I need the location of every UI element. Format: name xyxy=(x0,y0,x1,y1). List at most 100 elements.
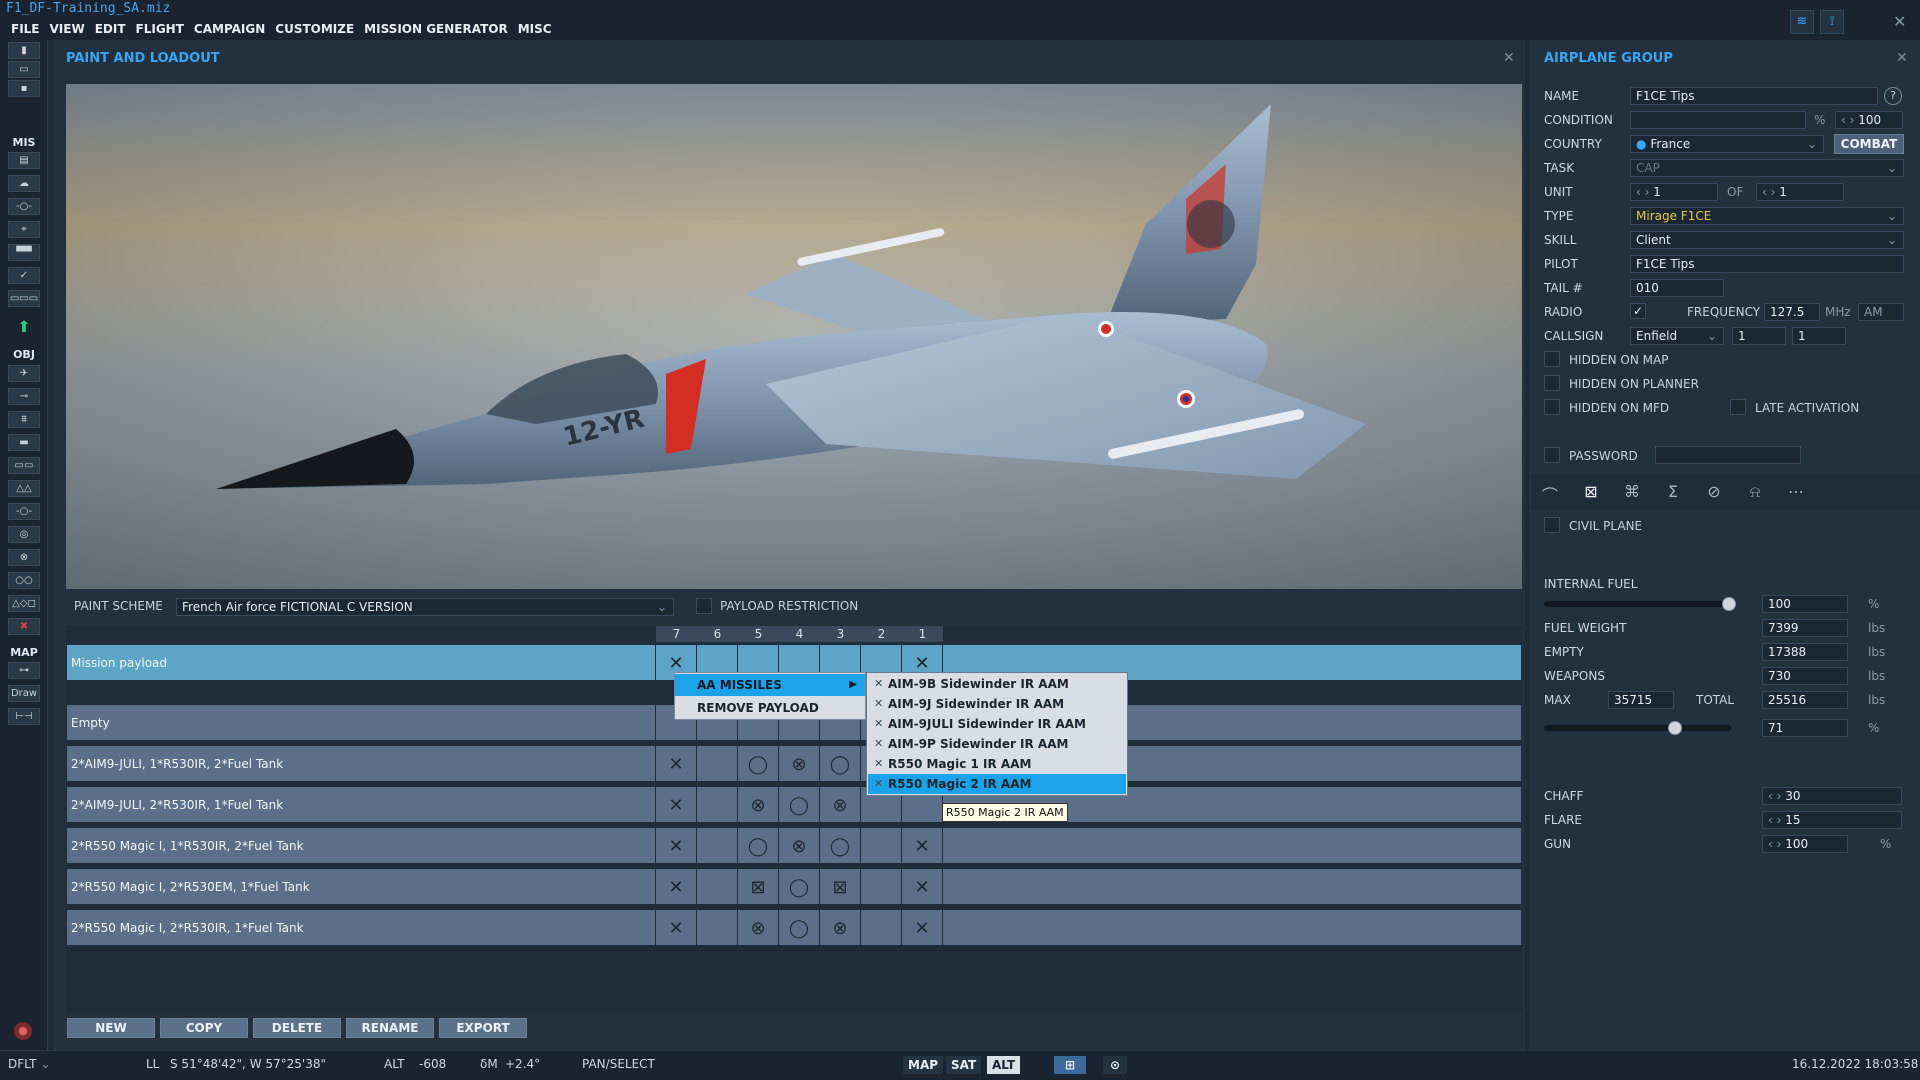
menu-misc[interactable]: MISC xyxy=(513,18,557,40)
missile-station-icon[interactable]: ⊗ xyxy=(785,751,813,779)
add-helicopter-icon[interactable]: ⊸ xyxy=(8,388,40,405)
unit-total-stepper[interactable]: ‹ › 1 xyxy=(1756,183,1844,201)
menu-view[interactable]: VIEW xyxy=(45,18,90,40)
submenu-item-r550-magic2[interactable]: ✕ R550 Magic 2 IR AAM xyxy=(868,774,1126,794)
fuel-tank-icon[interactable]: ◯ xyxy=(744,751,772,779)
failures-tab-icon[interactable]: ⊘ xyxy=(1702,482,1726,502)
close-window-icon[interactable]: ✕ xyxy=(1893,12,1906,31)
submenu-item-aim9juli[interactable]: ✕ AIM-9JULI Sidewinder IR AAM xyxy=(868,714,1126,734)
close-paint-loadout-icon[interactable]: ✕ xyxy=(1503,50,1515,66)
type-select[interactable]: Mirage F1CE ⌄ xyxy=(1630,207,1904,225)
load-slider[interactable] xyxy=(1544,725,1732,731)
sat-view-button[interactable]: SAT xyxy=(946,1056,982,1074)
menu-mission-generator[interactable]: MISSION GENERATOR xyxy=(359,18,513,40)
trigger-icon[interactable]: ▀▀ xyxy=(8,244,40,261)
shapes-icon[interactable]: △◇◻ xyxy=(8,595,40,612)
fuel-weight-input[interactable]: 7399 xyxy=(1762,619,1848,637)
fuel-tank-icon[interactable]: ◯ xyxy=(826,751,854,779)
menu-flight[interactable]: FLIGHT xyxy=(131,18,189,40)
add-template-icon[interactable]: △△ xyxy=(8,480,40,497)
missile-station-icon[interactable]: ⊠ xyxy=(744,874,772,902)
frequency-input[interactable]: 127.5 xyxy=(1764,303,1820,321)
summary-tab-icon[interactable]: Σ xyxy=(1661,482,1685,502)
menu-customize[interactable]: CUSTOMIZE xyxy=(270,18,359,40)
formation-icon[interactable]: ○○ xyxy=(8,572,40,589)
late-activation-checkbox[interactable] xyxy=(1730,399,1746,415)
aircraft-preview[interactable]: 12-YR xyxy=(66,84,1522,589)
radio-tab-icon[interactable]: ⍾ xyxy=(1743,482,1767,502)
add-circle-icon[interactable]: ◎ xyxy=(8,526,40,543)
weather-icon[interactable]: ☁ xyxy=(8,175,40,192)
fuel-tank-icon[interactable]: ◯ xyxy=(744,833,772,861)
condition-stepper[interactable]: ‹ › 100 xyxy=(1835,111,1903,129)
target-icon[interactable]: ⌖ xyxy=(8,221,40,238)
missile-station-icon[interactable]: ✕ xyxy=(662,915,690,943)
menu-item-remove-payload[interactable]: REMOVE PAYLOAD xyxy=(675,697,865,719)
civil-plane-checkbox[interactable] xyxy=(1544,517,1560,533)
missile-station-icon[interactable]: ✕ xyxy=(908,874,936,902)
profile-select[interactable]: DFLT ⌄ xyxy=(8,1057,50,1071)
unit-stepper[interactable]: ‹ › 1 xyxy=(1630,183,1718,201)
antenna-icon[interactable]: ⟟ xyxy=(1820,10,1844,34)
hidden-on-planner-checkbox[interactable] xyxy=(1544,375,1560,391)
missile-station-icon[interactable]: ✕ xyxy=(662,833,690,861)
fuel-tank-icon[interactable]: ◯ xyxy=(826,833,854,861)
load-pct-input[interactable]: 71 xyxy=(1762,719,1848,737)
chaff-stepper[interactable]: ‹ › 30 xyxy=(1762,787,1902,805)
missile-station-icon[interactable]: ✕ xyxy=(662,792,690,820)
missile-station-icon[interactable]: ⊗ xyxy=(744,792,772,820)
fuel-tank-icon[interactable]: ◯ xyxy=(785,915,813,943)
add-static-icon[interactable]: ▭▭ xyxy=(8,457,40,474)
record-icon[interactable]: ● xyxy=(14,1022,32,1040)
payload-tab-icon[interactable]: ⊠ xyxy=(1579,482,1603,502)
hidden-on-map-checkbox[interactable] xyxy=(1544,351,1560,367)
arrow-up-icon[interactable]: ⬆ xyxy=(8,319,40,336)
skill-select[interactable]: Client ⌄ xyxy=(1630,231,1904,249)
password-checkbox[interactable] xyxy=(1544,447,1560,463)
missile-station-icon[interactable]: ⊗ xyxy=(826,792,854,820)
tail-input[interactable]: 010 xyxy=(1630,279,1724,297)
submenu-item-aim9b[interactable]: ✕ AIM-9B Sidewinder IR AAM xyxy=(868,674,1126,694)
missile-station-icon[interactable]: ✕ xyxy=(908,915,936,943)
callsign-number-1[interactable]: 1 xyxy=(1732,327,1786,345)
internal-fuel-slider-handle[interactable] xyxy=(1722,597,1736,611)
wifi-icon[interactable]: ≋ xyxy=(1790,10,1814,34)
open-folder-icon[interactable]: ▭ xyxy=(8,61,40,78)
add-zone-icon[interactable]: -○- xyxy=(8,503,40,520)
callsign-number-2[interactable]: 1 xyxy=(1792,327,1846,345)
gun-stepper[interactable]: ‹ › 100 xyxy=(1762,835,1848,853)
goals-icon[interactable]: ▭▭▭ xyxy=(8,290,40,307)
internal-fuel-slider[interactable] xyxy=(1544,601,1732,607)
delete-icon[interactable]: ✖ xyxy=(8,618,40,635)
briefing-icon[interactable]: ▤ xyxy=(8,152,40,169)
add-ship-icon[interactable]: ⩩ xyxy=(8,411,40,428)
condition-bar[interactable] xyxy=(1630,111,1806,129)
pilot-input[interactable]: F1CE Tips xyxy=(1630,255,1904,273)
submenu-item-aim9j[interactable]: ✕ AIM-9J Sidewinder IR AAM xyxy=(868,694,1126,714)
menu-file[interactable]: FILE xyxy=(6,18,45,40)
menu-item-aa-missiles[interactable]: AA MISSILES ▶ xyxy=(675,674,865,696)
menu-edit[interactable]: EDIT xyxy=(90,18,131,40)
payload-restriction-checkbox[interactable] xyxy=(696,598,712,614)
draw-button[interactable]: Draw xyxy=(8,685,40,702)
layers-icon[interactable]: ⊞ xyxy=(1054,1056,1086,1074)
help-icon[interactable]: ? xyxy=(1884,87,1902,105)
route-tab-icon[interactable]: ⌒ xyxy=(1538,482,1562,505)
flare-stepper[interactable]: ‹ › 15 xyxy=(1762,811,1902,829)
copy-button[interactable]: COPY xyxy=(160,1018,248,1038)
map-view-button[interactable]: MAP xyxy=(903,1056,944,1074)
combat-button[interactable]: COMBAT xyxy=(1834,134,1904,154)
map-key-icon[interactable]: ⊶ xyxy=(8,662,40,679)
clock-icon[interactable]: ⊙ xyxy=(1103,1056,1127,1074)
missile-station-icon[interactable]: ✕ xyxy=(908,833,936,861)
add-vehicle-icon[interactable]: ▬ xyxy=(8,434,40,451)
submenu-item-aim9p[interactable]: ✕ AIM-9P Sidewinder IR AAM xyxy=(868,734,1126,754)
task-select[interactable]: CAP ⌄ xyxy=(1630,159,1904,177)
internal-fuel-input[interactable]: 100 xyxy=(1762,595,1848,613)
export-button[interactable]: EXPORT xyxy=(439,1018,527,1038)
submenu-item-r550-magic1[interactable]: ✕ R550 Magic 1 IR AAM xyxy=(868,754,1126,774)
modulation-select[interactable]: AM xyxy=(1858,303,1904,321)
check-icon[interactable]: ✓ xyxy=(8,267,40,284)
delete-button[interactable]: DELETE xyxy=(253,1018,341,1038)
waypoint-tab-icon[interactable]: ⌘ xyxy=(1620,482,1644,502)
